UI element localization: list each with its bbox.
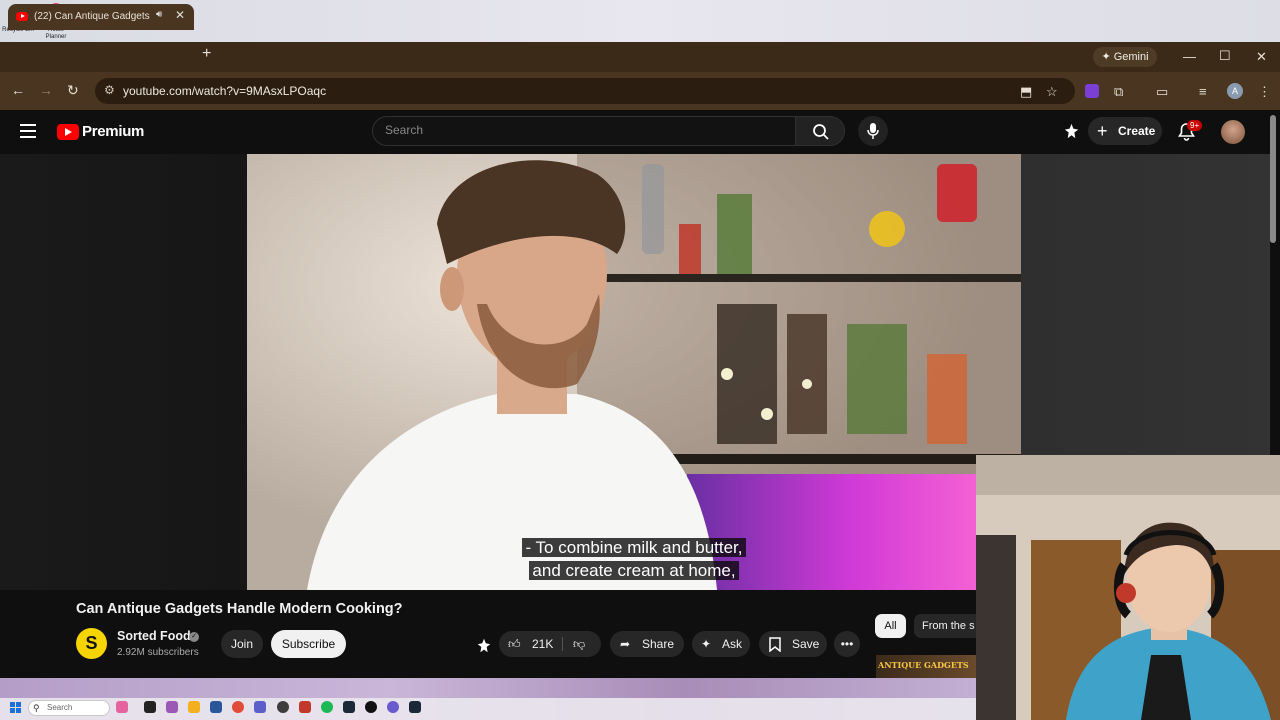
youtube-logo-icon[interactable] [57,124,79,140]
address-bar[interactable]: ⚙︎ youtube.com/watch?v=9MAsxLPOaqc [95,78,1075,104]
plus-icon: + [1097,121,1108,141]
like-divider [562,637,563,651]
app-icon-red[interactable] [299,701,311,713]
youtube-favicon-icon [16,12,28,21]
app-icon-steam-2[interactable] [409,701,421,713]
channel-name[interactable]: Sorted Food [117,629,191,643]
extensions-puzzle-icon[interactable]: ⧉ [1114,84,1123,100]
minimize-window-icon[interactable]: — [1183,49,1196,64]
channel-avatar[interactable]: S [76,628,107,659]
app-icon-dark[interactable] [277,701,289,713]
create-button[interactable]: + Create [1088,117,1162,145]
side-panel-icon[interactable]: ▭ [1156,84,1168,100]
ask-ai-sparkle-icon[interactable] [475,637,493,655]
task-view-icon[interactable] [144,701,156,713]
search-icon: ⚲ [33,703,40,713]
browser-tab-active[interactable]: (22) Can Antique Gadgets H 🔊︎ ✕ [8,4,194,30]
browser-tab-strip [0,42,1280,72]
share-button[interactable]: ➦ Share [610,631,684,657]
bookmark-icon [769,637,781,652]
taskbar-search-input[interactable]: ⚲ Search [28,700,110,716]
sparkle-icon: ✦ [701,637,712,651]
ask-sparkle-icon[interactable] [1062,122,1081,141]
thumbs-down-icon[interactable]: 👎︎ [573,631,585,657]
subscriber-count: 2.92M subscribers [117,647,199,658]
browser-profile-avatar[interactable]: A [1227,83,1243,99]
share-label: Share [642,637,675,651]
taskbar-search-placeholder: Search [47,703,73,712]
steam-icon[interactable] [343,701,355,713]
media-controls-icon[interactable]: ≡ [1199,84,1207,99]
more-actions-button[interactable]: ••• [834,631,860,657]
video-title: Can Antique Gadgets Handle Modern Cookin… [76,601,403,617]
back-arrow-icon[interactable]: ← [11,82,25,98]
install-app-icon[interactable]: ⬒ [1020,84,1032,100]
save-button[interactable]: Save [759,631,827,657]
ask-label: Ask [722,637,743,651]
thumbs-up-icon[interactable]: 👍︎ [508,631,521,657]
video-player[interactable] [247,154,1021,590]
file-explorer-icon[interactable] [188,701,200,713]
extension-purple-icon[interactable] [1085,84,1099,98]
app-icon-violet[interactable] [387,701,399,713]
chip-from-the-series[interactable]: From the s [914,614,976,638]
app-icon-indigo[interactable] [254,701,266,713]
tab-title: (22) Can Antique Gadgets H [34,11,152,22]
youtube-premium-wordmark[interactable]: Premium [82,123,144,140]
gemini-label: Gemini [1113,51,1149,63]
join-button[interactable]: Join [221,630,263,658]
close-window-icon[interactable]: ✕ [1256,49,1267,65]
forward-arrow-icon[interactable]: → [39,82,53,98]
sparkle-icon: ✦ [1101,51,1114,63]
create-label: Create [1118,124,1156,138]
search-input[interactable] [385,123,765,137]
caption-line-1: - To combine milk and butter, [522,538,746,557]
thumbnail-text: ANTIQUE GADGETS [878,660,969,670]
search-box[interactable] [372,116,796,146]
obs-icon[interactable] [365,701,377,713]
recommended-video-thumbnail[interactable]: ANTIQUE GADGETS [876,655,976,678]
youtube-account-avatar[interactable] [1221,120,1245,144]
webcam-overlay [976,455,1280,720]
gemini-button[interactable]: ✦ Gemini [1093,47,1157,67]
search-button[interactable] [795,116,845,146]
video-caption: - To combine milk and butter, and create… [506,536,762,582]
share-arrow-icon: ➦ [620,637,631,651]
save-label: Save [792,637,820,651]
search-icon [813,124,829,140]
speaker-icon[interactable]: 🔊︎ [156,9,162,20]
notification-count-badge: 9+ [1187,120,1203,131]
new-tab-button[interactable]: + [202,45,211,63]
chip-all[interactable]: All [875,614,906,638]
site-settings-icon[interactable]: ⚙︎ [104,83,115,97]
windows-start-icon[interactable] [10,702,21,713]
hamburger-menu-icon[interactable] [20,124,36,142]
app-icon-purple[interactable] [166,701,178,713]
page-scrollbar[interactable] [1270,115,1276,243]
taskbar [0,678,976,720]
chrome-icon[interactable] [232,701,244,713]
verified-check-icon: ✓ [189,632,199,642]
reload-icon[interactable]: ↻ [67,82,79,99]
video-frame-image [247,154,1021,590]
browser-menu-icon[interactable]: ⋮ [1258,84,1271,100]
subscribe-button[interactable]: Subscribe [271,630,346,658]
spotify-icon[interactable] [321,701,333,713]
bookmark-star-icon[interactable]: ☆ [1046,84,1058,100]
microphone-icon [867,123,879,139]
voice-search-button[interactable] [858,116,888,146]
app-icon-blue[interactable] [210,701,222,713]
like-count: 21K [532,637,554,651]
widgets-icon[interactable] [116,701,128,713]
caption-line-2: and create cream at home, [529,561,739,580]
close-tab-icon[interactable]: ✕ [175,8,185,22]
like-dislike-group[interactable]: 👍︎ 21K 👎︎ [499,631,601,657]
url-text: youtube.com/watch?v=9MAsxLPOaqc [123,84,327,98]
ask-button[interactable]: ✦ Ask [692,631,750,657]
maximize-window-icon[interactable]: ☐ [1219,48,1231,64]
webcam-feed-image [976,455,1280,720]
